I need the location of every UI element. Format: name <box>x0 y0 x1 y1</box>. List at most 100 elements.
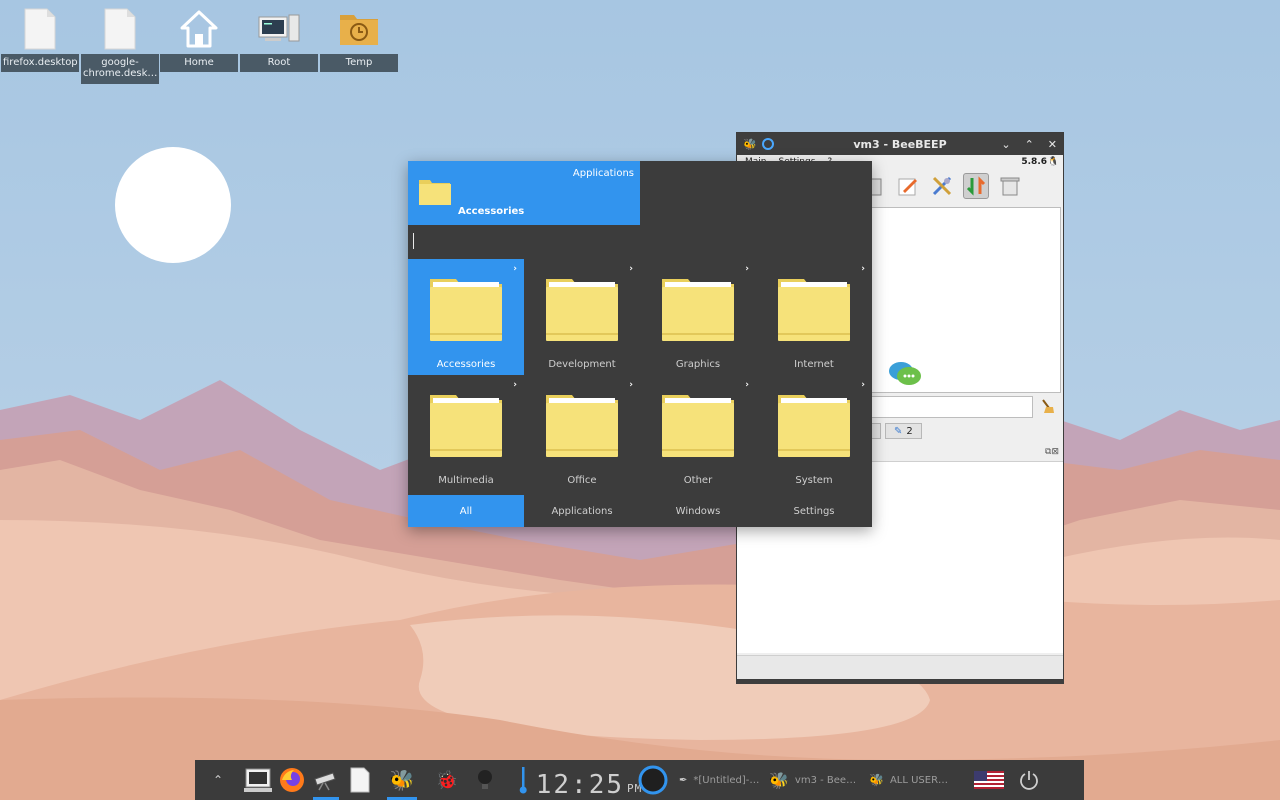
application-menu[interactable]: Applications Accessories › Accessories › De… <box>408 161 872 527</box>
folder-icon <box>419 180 451 205</box>
category-label: Internet <box>794 359 834 370</box>
chevron-right-icon: › <box>629 264 633 274</box>
trash-button[interactable] <box>997 173 1023 199</box>
dock-controls[interactable]: ⧉⊠ <box>1045 447 1059 457</box>
firefox-icon <box>280 768 304 792</box>
bee-icon: 🐝 <box>389 768 415 792</box>
category-development[interactable]: › Development <box>524 259 640 375</box>
launcher-text-editor[interactable] <box>343 760 377 800</box>
desktop-icon-label: google-chrome.desk… <box>81 54 159 84</box>
launcher-beebeep[interactable]: 🐝 <box>383 760 421 800</box>
tab-all[interactable]: All <box>408 495 524 527</box>
search-input[interactable] <box>408 225 872 259</box>
beebeep-titlebar[interactable]: 🐝 vm3 - BeeBEEP ⌄ ⌃ ✕ <box>737 133 1063 155</box>
folder-clock-icon <box>340 15 378 45</box>
version-label: 5.8.6 <box>1021 157 1047 167</box>
category-label: Development <box>548 359 616 370</box>
launcher-screenshot[interactable] <box>309 760 343 800</box>
power-button[interactable] <box>1009 760 1049 800</box>
pencil-icon <box>898 178 917 196</box>
chevron-right-icon: › <box>745 380 749 390</box>
tab-settings[interactable]: Settings <box>756 495 872 527</box>
chevron-right-icon: › <box>861 380 865 390</box>
category-system[interactable]: › System <box>756 375 872 491</box>
power-icon <box>1020 771 1038 790</box>
pin-icon: ✎ <box>894 425 903 437</box>
bee-icon: 🐝 <box>769 770 789 790</box>
desktop-icon-home[interactable]: Home <box>160 4 238 72</box>
desktop-icon-root[interactable]: Root <box>240 4 318 72</box>
category-label: Graphics <box>675 359 721 370</box>
menu-header: Applications Accessories <box>408 161 640 225</box>
chevron-up-icon: ⌃ <box>212 773 224 787</box>
folder-icon <box>662 395 734 457</box>
chevron-down-icon[interactable]: ⌄ <box>1001 138 1010 151</box>
task-beebeep[interactable]: 🐝 vm3 - Bee… <box>769 760 869 800</box>
category-other[interactable]: › Other <box>640 375 756 491</box>
task-label: ALL USER… <box>889 774 949 786</box>
bee-icon: 🐝 <box>869 773 884 787</box>
chat-bubbles-icon <box>889 362 921 385</box>
editor-icon: ✒ <box>679 774 688 786</box>
category-label: Other <box>683 475 713 486</box>
category-graphics[interactable]: › Graphics <box>640 259 756 375</box>
tools-icon <box>932 176 952 196</box>
home-icon <box>180 10 218 48</box>
ladybug-icon: 🐞 <box>435 769 459 791</box>
tab-users[interactable]: ✎ 2 <box>885 423 922 439</box>
clear-button[interactable] <box>1039 398 1055 418</box>
task-untitled[interactable]: ✒ *[Untitled]-… <box>671 760 769 800</box>
clock[interactable]: 12:25 PM <box>536 760 642 800</box>
launcher-terminal[interactable] <box>241 760 275 800</box>
system-monitor[interactable] <box>635 760 671 800</box>
category-label: System <box>795 475 833 486</box>
category-multimedia[interactable]: › Multimedia <box>408 375 524 491</box>
category-accessories[interactable]: › Accessories <box>408 259 524 375</box>
folder-icon <box>546 279 618 341</box>
folder-icon <box>546 395 618 457</box>
category-label: Accessories <box>436 359 496 370</box>
window-bottom-border <box>736 680 1064 684</box>
tab-users-count: 2 <box>906 425 913 437</box>
desktop-icon-firefox[interactable]: firefox.desktop <box>1 4 79 72</box>
clock-time: 12:25 <box>535 770 625 800</box>
desktop-icon-label: Root <box>240 54 318 72</box>
task-all-users[interactable]: 🐝 ALL USER… <box>869 760 969 800</box>
transfer-button[interactable] <box>963 173 989 199</box>
telescope-icon <box>314 772 336 791</box>
desktop-icon-label: Home <box>160 54 238 72</box>
category-office[interactable]: › Office <box>524 375 640 491</box>
ring-icon <box>761 138 774 150</box>
trash-icon <box>1000 177 1020 196</box>
taskbar-expand-button[interactable]: ⌃ <box>195 760 241 800</box>
desktop-icon-chrome[interactable]: google-chrome.desk… <box>81 4 159 84</box>
status-bar <box>737 655 1063 679</box>
task-label: vm3 - Bee… <box>794 774 857 786</box>
file-icon <box>104 8 136 50</box>
tab-windows[interactable]: Windows <box>640 495 756 527</box>
chevron-right-icon: › <box>629 380 633 390</box>
tab-applications[interactable]: Applications <box>524 495 640 527</box>
category-internet[interactable]: › Internet <box>756 259 872 375</box>
folder-icon <box>662 279 734 341</box>
transfer-icon <box>966 176 986 196</box>
category-grid: › Accessories › Development › Graphics › Intern… <box>408 259 872 491</box>
launcher-bulb[interactable] <box>467 760 503 800</box>
desktop-icon-label: firefox.desktop <box>1 54 79 72</box>
folder-icon <box>778 395 850 457</box>
chevron-up-icon[interactable]: ⌃ <box>1025 138 1034 151</box>
edit-button[interactable] <box>895 173 921 199</box>
text-cursor <box>413 233 414 249</box>
keyboard-layout[interactable] <box>969 760 1009 800</box>
desktop-icon-label: Temp <box>320 54 398 72</box>
tools-button[interactable] <box>929 173 955 199</box>
category-label: Office <box>567 475 597 486</box>
close-icon[interactable]: ✕ <box>1048 138 1057 151</box>
launcher-ladybug[interactable]: 🐞 <box>427 760 467 800</box>
folder-icon <box>430 395 502 457</box>
close-icon[interactable]: ⊠ <box>1051 447 1059 457</box>
file-icon <box>350 767 370 793</box>
taskbar: ⌃ 🐝 🐞 12:25 PM ✒ *[Untitled]-… 🐝 vm3 - B… <box>195 760 1084 800</box>
launcher-firefox[interactable] <box>275 760 309 800</box>
desktop-icon-temp[interactable]: Temp <box>320 4 398 72</box>
